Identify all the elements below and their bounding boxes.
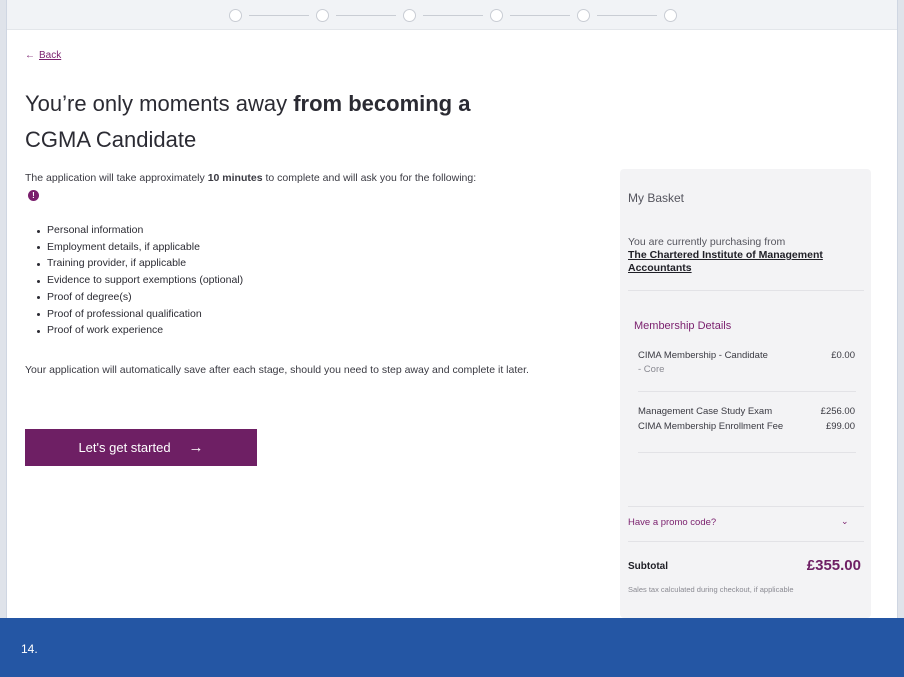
requirements-list: Personal information Employment details,…	[37, 222, 243, 339]
subtotal-label: Subtotal	[628, 561, 668, 572]
line-item-price: £99.00	[825, 421, 855, 432]
get-started-label: Let's get started	[78, 440, 171, 455]
page-title: You’re only moments away from becoming a…	[25, 86, 585, 158]
tax-note: Sales tax calculated during checkout, if…	[628, 585, 794, 594]
step-footer-bar: 14.	[0, 618, 904, 677]
subtotal-value: £355.00	[806, 557, 861, 574]
line-item-price: £256.00	[820, 406, 855, 417]
get-started-button[interactable]: Let's get started →	[25, 429, 257, 466]
divider	[638, 391, 856, 392]
divider	[628, 290, 864, 291]
list-item: Training provider, if applicable	[37, 255, 243, 272]
step-connector	[423, 15, 483, 16]
list-item: Employment details, if applicable	[37, 239, 243, 256]
back-label: Back	[39, 50, 62, 61]
divider	[638, 452, 856, 453]
progress-stepper	[7, 0, 897, 30]
chevron-down-icon[interactable]: ⌄	[841, 516, 849, 527]
line-item-name: CIMA Membership Enrollment Fee	[638, 421, 784, 432]
divider	[628, 541, 864, 542]
step-dot	[229, 9, 242, 22]
arrow-right-icon: →	[188, 439, 204, 456]
arrow-left-icon: ←	[25, 50, 35, 61]
promo-code-toggle[interactable]: Have a promo code?	[628, 517, 858, 528]
step-dot	[316, 9, 329, 22]
step-connector	[336, 15, 396, 16]
step-connector	[249, 15, 309, 16]
list-item: Proof of work experience	[37, 322, 243, 339]
intro-before: The application will take approximately	[25, 172, 208, 184]
step-number: 14.	[21, 642, 38, 656]
intro-after: to complete and will ask you for the fol…	[262, 172, 477, 184]
list-item: Proof of degree(s)	[37, 289, 243, 306]
intro-text: The application will take approximately …	[25, 170, 485, 202]
title-part-3: CGMA Candidate	[25, 127, 197, 152]
intro-duration: 10 minutes	[207, 172, 263, 184]
basket-title: My Basket	[628, 191, 685, 205]
step-dot	[664, 9, 677, 22]
line-item-price: £0.00	[831, 350, 855, 361]
list-item: Personal information	[37, 222, 243, 239]
title-part-2: from becoming a	[293, 91, 471, 116]
step-connector	[597, 15, 657, 16]
basket-purchasing-from: You are currently purchasing from The Ch…	[628, 236, 864, 275]
step-dot	[490, 9, 503, 22]
autosave-note: Your application will automatically save…	[25, 364, 529, 376]
line-item-name: CIMA Membership - Candidate	[638, 350, 768, 361]
organization-link[interactable]: The Chartered Institute of Management Ac…	[628, 249, 864, 275]
divider	[628, 506, 864, 507]
info-icon[interactable]: !	[28, 190, 39, 201]
list-item: Evidence to support exemptions (optional…	[37, 272, 243, 289]
line-item-sub: - Core	[638, 364, 665, 375]
membership-details-heading: Membership Details	[634, 320, 732, 332]
list-item: Proof of professional qualification	[37, 306, 243, 323]
purchasing-from-label: You are currently purchasing from	[628, 236, 786, 248]
back-link[interactable]: ← Back	[25, 50, 61, 61]
step-connector	[510, 15, 570, 16]
app-frame: ← Back You’re only moments away from beco…	[6, 0, 898, 618]
line-item-name: Management Case Study Exam	[638, 406, 773, 417]
title-part-1: You’re only moments away	[25, 91, 294, 116]
basket-panel: My Basket You are currently purchasing f…	[620, 169, 871, 618]
step-dot	[577, 9, 590, 22]
step-dot	[403, 9, 416, 22]
